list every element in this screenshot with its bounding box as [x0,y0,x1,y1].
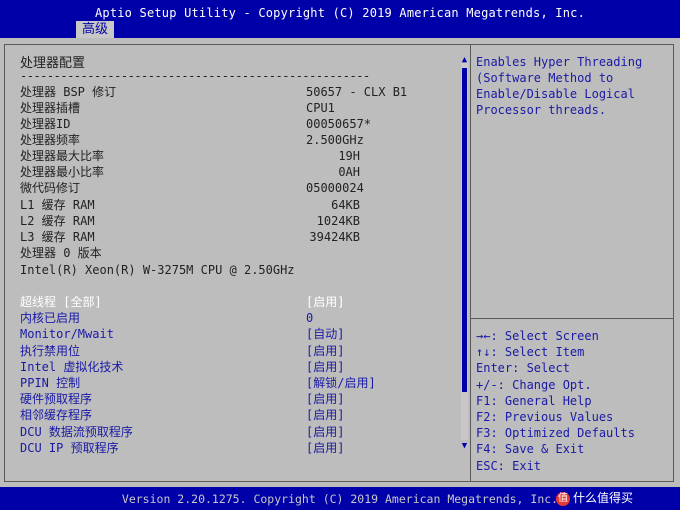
info-row-l1-cache: L1 缓存 RAM 64KB [20,198,360,212]
title-bar: Aptio Setup Utility - Copyright (C) 2019… [0,0,680,38]
key-help-line: ↑↓: Select Item [476,345,585,360]
scrollbar-thumb[interactable] [462,68,467,392]
option-ppin-control[interactable]: PPIN 控制 [解锁/启用] [20,375,376,391]
key-help-panel: →←: Select Screen ↑↓: Select Item Enter:… [476,328,672,474]
help-line: Enables Hyper Threading [476,55,643,69]
info-row-min-ratio: 处理器最小比率 0AH [20,165,360,179]
info-row-bsp-revision: 处理器 BSP 修订 50657 - CLX B1 [20,85,408,99]
info-row-microcode: 微代码修订 05000024 [20,181,364,195]
down-arrow-icon[interactable]: ▼ [460,441,469,451]
info-row-cpu-version-label: 处理器 0 版本 [20,246,102,260]
help-line: (Software Method to [476,71,614,85]
help-divider [470,318,674,319]
tab-advanced[interactable]: 高级 [76,21,115,38]
option-execute-disable-bit[interactable]: 执行禁用位 [启用] [20,343,344,359]
option-monitor-mwait[interactable]: Monitor/Mwait [自动] [20,326,344,342]
option-hardware-prefetcher[interactable]: 硬件预取程序 [启用] [20,391,344,407]
key-help-line: F3: Optimized Defaults [476,426,635,441]
key-help-line: F2: Previous Values [476,410,614,425]
key-help-line: +/-: Change Opt. [476,377,592,392]
option-dcu-ip-prefetcher[interactable]: DCU IP 预取程序 [启用] [20,440,344,456]
watermark: 值什么值得买 [556,489,676,508]
info-row-frequency: 处理器频率 2.500GHz [20,133,364,147]
panel-divider [470,44,471,482]
help-line: Processor threads. [476,103,607,117]
info-row-l2-cache: L2 缓存 RAM 1024KB [20,214,360,228]
watermark-text: 什么值得买 [573,491,634,505]
info-row-cpu-id: 处理器ID 00050657* [20,117,372,131]
option-adjacent-cache-prefetch[interactable]: 相邻缓存程序 [启用] [20,407,344,423]
up-arrow-icon[interactable]: ▲ [460,55,469,65]
app-title: Aptio Setup Utility - Copyright (C) 2019… [94,6,586,20]
key-help-line: ESC: Exit [476,458,542,473]
option-cores-enabled[interactable]: 内核已启用 0 [20,310,313,326]
watermark-logo-icon: 值 [556,491,570,506]
separator-line: ----------------------------------------… [20,69,370,83]
info-row-socket: 处理器插槽 CPU1 [20,101,335,115]
option-hyper-threading[interactable]: 超线程 [全部] [启用] [20,294,344,310]
key-help-line: Enter: Select [476,361,570,376]
help-panel: Enables Hyper Threading (Software Method… [476,54,672,118]
info-row-cpu-version: Intel(R) Xeon(R) W-3275M CPU @ 2.50GHz [20,263,295,277]
key-help-line: →←: Select Screen [476,329,599,343]
key-help-line: F4: Save & Exit [476,442,585,457]
info-row-l3-cache: L3 缓存 RAM 39424KB [20,230,360,244]
option-intel-virtualization[interactable]: Intel 虚拟化技术 [启用] [20,359,344,375]
help-line: Enable/Disable Logical [476,87,635,101]
key-help-line: F1: General Help [476,393,592,408]
option-dcu-streamer-prefetcher[interactable]: DCU 数据流预取程序 [启用] [20,424,344,440]
info-row-max-ratio: 处理器最大比率 19H [20,149,360,163]
status-bar: Version 2.20.1275. Copyright (C) 2019 Am… [0,487,680,510]
